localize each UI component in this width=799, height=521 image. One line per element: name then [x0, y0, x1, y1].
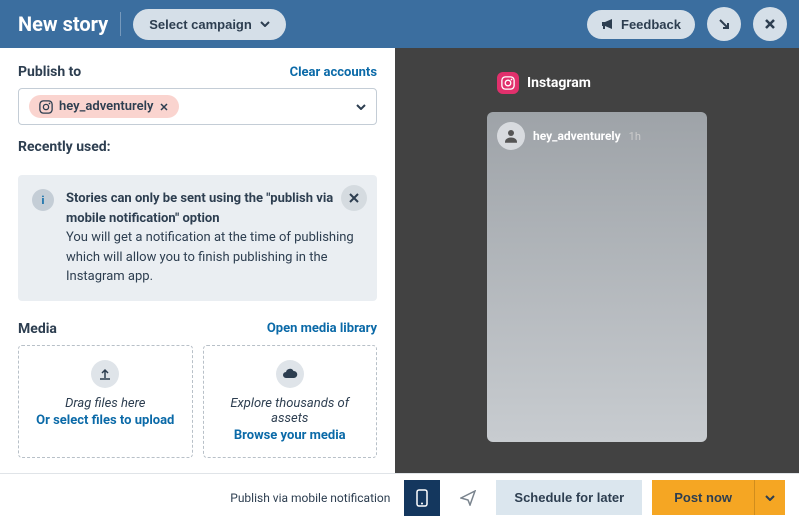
- preview-panel: Instagram hey_adventurely 1h: [395, 48, 799, 473]
- story-username: hey_adventurely: [533, 129, 621, 143]
- mobile-icon: [416, 489, 428, 507]
- main-content: Publish to Clear accounts hey_adventurel…: [0, 48, 799, 473]
- direct-publish-button[interactable]: [450, 480, 486, 516]
- info-icon: i: [32, 189, 54, 211]
- minimize-button[interactable]: [707, 7, 741, 41]
- account-selector[interactable]: hey_adventurely: [18, 88, 377, 125]
- megaphone-icon: [601, 18, 615, 30]
- account-name: hey_adventurely: [59, 99, 153, 114]
- story-header: hey_adventurely 1h: [497, 122, 697, 150]
- compose-panel: Publish to Clear accounts hey_adventurel…: [0, 48, 395, 473]
- story-time: 1h: [629, 130, 641, 143]
- close-button[interactable]: [753, 7, 787, 41]
- feedback-label: Feedback: [621, 17, 681, 32]
- send-icon: [460, 490, 476, 506]
- publish-via-label: Publish via mobile notification: [230, 491, 390, 505]
- dismiss-info-button[interactable]: [341, 185, 367, 211]
- explore-text: Explore thousands of assets: [212, 396, 369, 426]
- mobile-notification-button[interactable]: [404, 480, 440, 516]
- schedule-button[interactable]: Schedule for later: [496, 480, 642, 515]
- close-icon: [763, 17, 777, 31]
- select-files-link[interactable]: Or select files to upload: [27, 413, 184, 428]
- recently-used-label: Recently used:: [18, 139, 377, 155]
- story-preview: hey_adventurely 1h: [487, 112, 707, 442]
- info-banner: i Stories can only be sent using the "pu…: [18, 175, 377, 301]
- open-media-library-link[interactable]: Open media library: [267, 321, 377, 336]
- info-title: Stories can only be sent using the "publ…: [66, 191, 333, 226]
- campaign-label: Select campaign: [149, 17, 252, 32]
- chevron-down-icon: [260, 21, 270, 27]
- post-button-group: Post now: [652, 480, 785, 515]
- remove-chip-icon[interactable]: [159, 102, 169, 112]
- preview-platform-header: Instagram: [497, 72, 591, 94]
- chevron-down-icon[interactable]: [356, 104, 366, 110]
- upload-icon: [91, 360, 119, 388]
- instagram-icon: [39, 100, 53, 114]
- account-chip: hey_adventurely: [29, 95, 179, 118]
- publish-to-label: Publish to: [18, 64, 81, 80]
- upload-dropzone[interactable]: Drag files here Or select files to uploa…: [18, 345, 193, 458]
- app-header: New story Select campaign Feedback: [0, 0, 799, 48]
- avatar: [497, 122, 525, 150]
- post-dropdown-button[interactable]: [754, 480, 785, 515]
- footer-bar: Publish via mobile notification Schedule…: [0, 473, 799, 521]
- feedback-button[interactable]: Feedback: [587, 10, 695, 39]
- clear-accounts-link[interactable]: Clear accounts: [290, 65, 377, 80]
- drag-text: Drag files here: [27, 396, 184, 411]
- divider: [120, 12, 121, 36]
- info-text: Stories can only be sent using the "publ…: [66, 189, 363, 287]
- post-now-button[interactable]: Post now: [652, 480, 754, 515]
- select-campaign-button[interactable]: Select campaign: [133, 9, 286, 40]
- media-dropzones: Drag files here Or select files to uploa…: [18, 345, 377, 458]
- browse-media-link[interactable]: Browse your media: [212, 428, 369, 443]
- platform-name: Instagram: [527, 75, 591, 91]
- browse-media-zone[interactable]: Explore thousands of assets Browse your …: [203, 345, 378, 458]
- page-title: New story: [12, 12, 108, 36]
- close-icon: [348, 192, 360, 204]
- info-body: You will get a notification at the time …: [66, 230, 354, 284]
- arrow-diagonal-icon: [717, 17, 731, 31]
- media-label: Media: [18, 321, 57, 337]
- instagram-logo: [497, 72, 519, 94]
- chevron-down-icon: [765, 495, 775, 501]
- cloud-icon: [276, 360, 304, 388]
